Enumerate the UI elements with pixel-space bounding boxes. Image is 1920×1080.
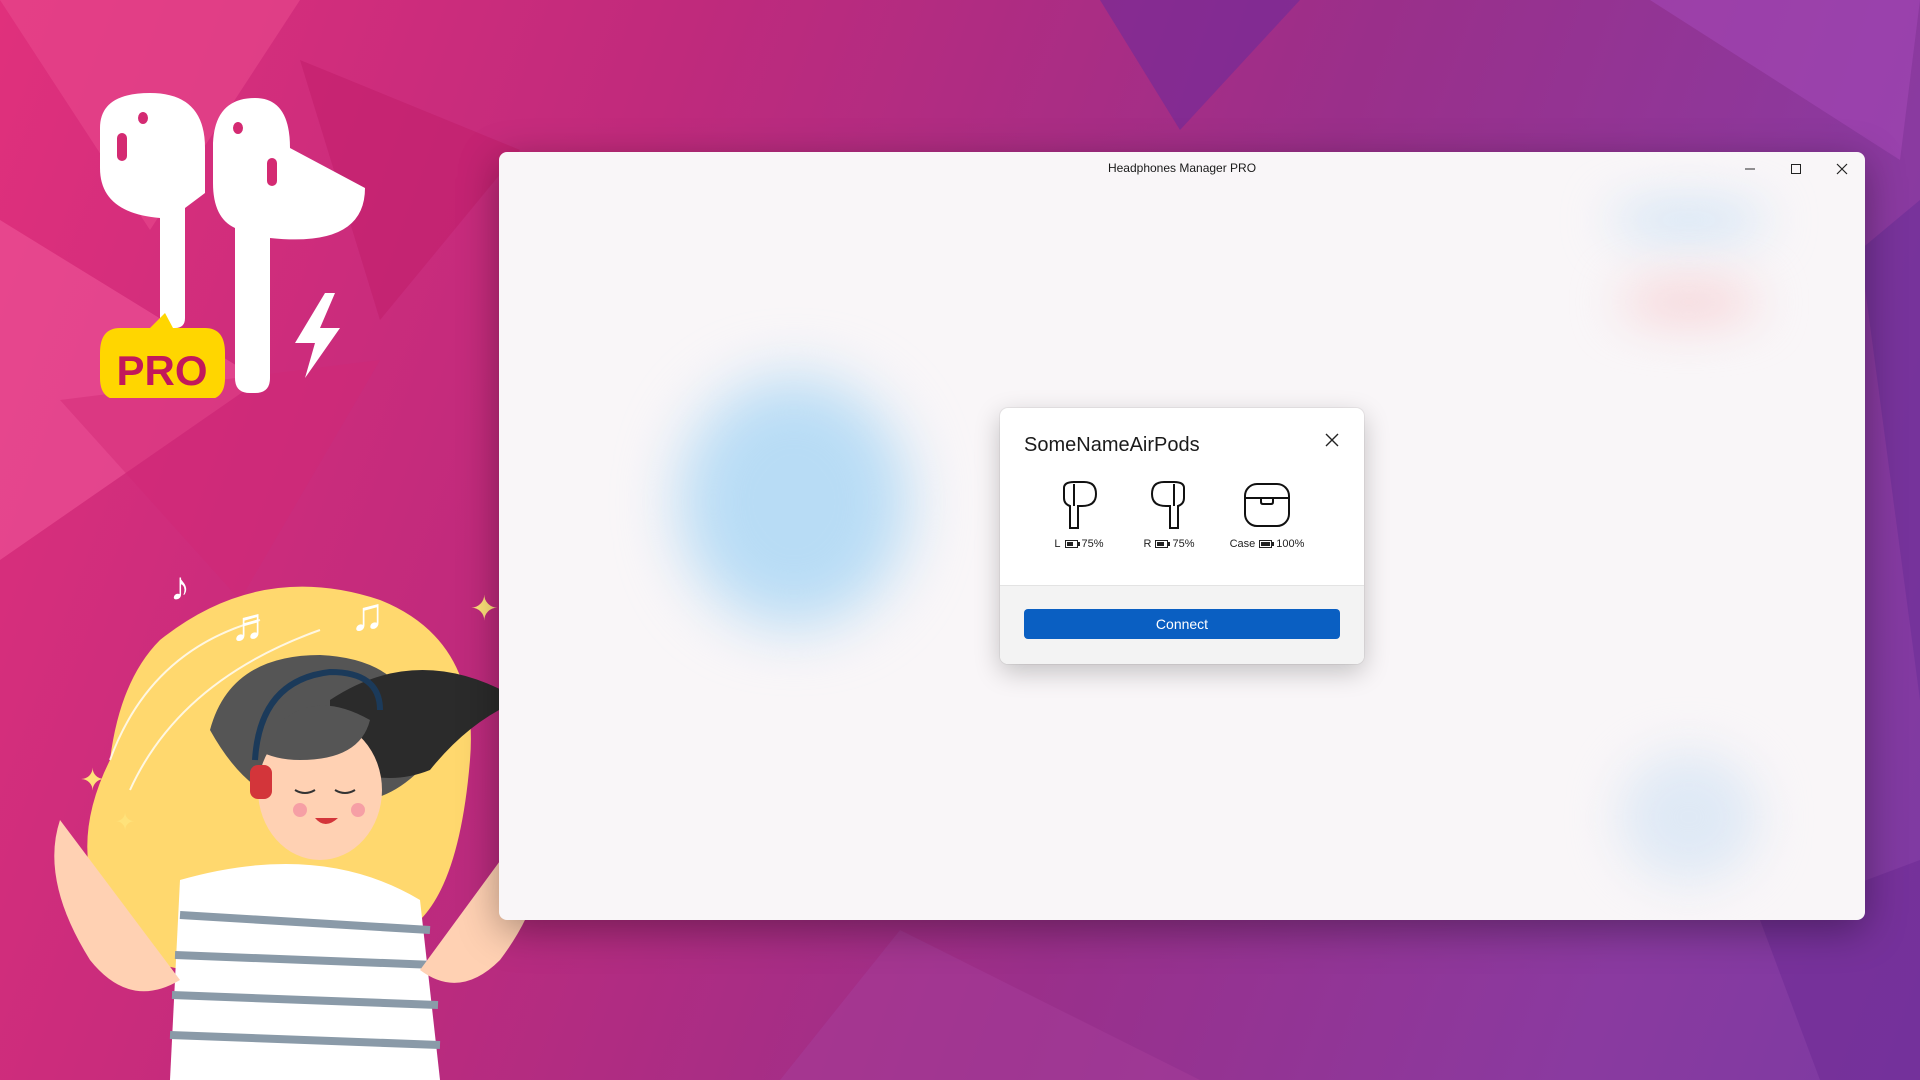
battery-icon bbox=[1259, 540, 1275, 548]
airpods-logo-icon: PRO bbox=[100, 93, 365, 398]
right-earbud-status: R 75% bbox=[1124, 538, 1214, 550]
case-status: Case 100% bbox=[1222, 538, 1312, 550]
left-earbud: L 75% bbox=[1034, 480, 1124, 550]
device-name: SomeNameAirPods bbox=[1024, 434, 1200, 456]
device-popup: SomeNameAirPods L 75% R 75% Case 100% Co… bbox=[1000, 408, 1364, 664]
svg-text:✦: ✦ bbox=[80, 764, 105, 797]
svg-text:♫: ♫ bbox=[350, 588, 385, 640]
close-icon bbox=[1836, 163, 1848, 175]
minimize-button[interactable] bbox=[1727, 152, 1773, 186]
right-earbud-icon bbox=[1150, 481, 1185, 529]
battery-icon bbox=[1064, 540, 1080, 548]
svg-text:✦: ✦ bbox=[470, 590, 499, 628]
left-earbud-icon bbox=[1063, 481, 1098, 529]
maximize-button[interactable] bbox=[1773, 152, 1819, 186]
blurred-element bbox=[1619, 282, 1759, 322]
app-window: Headphones Manager PRO SomeNameAirPods L bbox=[499, 152, 1865, 920]
right-earbud-label: R bbox=[1143, 538, 1152, 550]
blurred-element bbox=[1619, 752, 1759, 882]
close-window-button[interactable] bbox=[1819, 152, 1865, 186]
blurred-element bbox=[1609, 202, 1769, 238]
pro-badge-text: PRO bbox=[116, 347, 207, 394]
left-earbud-status: L 75% bbox=[1034, 538, 1124, 550]
close-popup-button[interactable] bbox=[1318, 426, 1346, 454]
svg-text:♬: ♬ bbox=[230, 598, 276, 650]
window-title: Headphones Manager PRO bbox=[1107, 161, 1257, 175]
right-earbud: R 75% bbox=[1124, 480, 1214, 550]
battery-icon bbox=[1155, 540, 1171, 548]
minimize-icon bbox=[1745, 168, 1755, 170]
case-label: Case bbox=[1229, 538, 1256, 550]
svg-text:♪: ♪ bbox=[170, 565, 190, 609]
left-earbud-label: L bbox=[1054, 538, 1061, 550]
maximize-icon bbox=[1791, 164, 1801, 174]
right-earbud-battery: 75% bbox=[1172, 538, 1195, 550]
title-bar[interactable]: Headphones Manager PRO bbox=[499, 152, 1865, 186]
close-icon bbox=[1325, 433, 1339, 447]
left-earbud-battery: 75% bbox=[1081, 538, 1104, 550]
svg-text:✦: ✦ bbox=[115, 809, 135, 836]
charging-case-icon bbox=[1244, 483, 1290, 527]
blurred-device-image bbox=[679, 377, 909, 627]
charging-case: Case 100% bbox=[1222, 480, 1312, 550]
case-battery: 100% bbox=[1276, 538, 1305, 550]
connect-button[interactable]: Connect bbox=[1024, 609, 1340, 639]
popup-footer: Connect bbox=[1000, 585, 1364, 664]
